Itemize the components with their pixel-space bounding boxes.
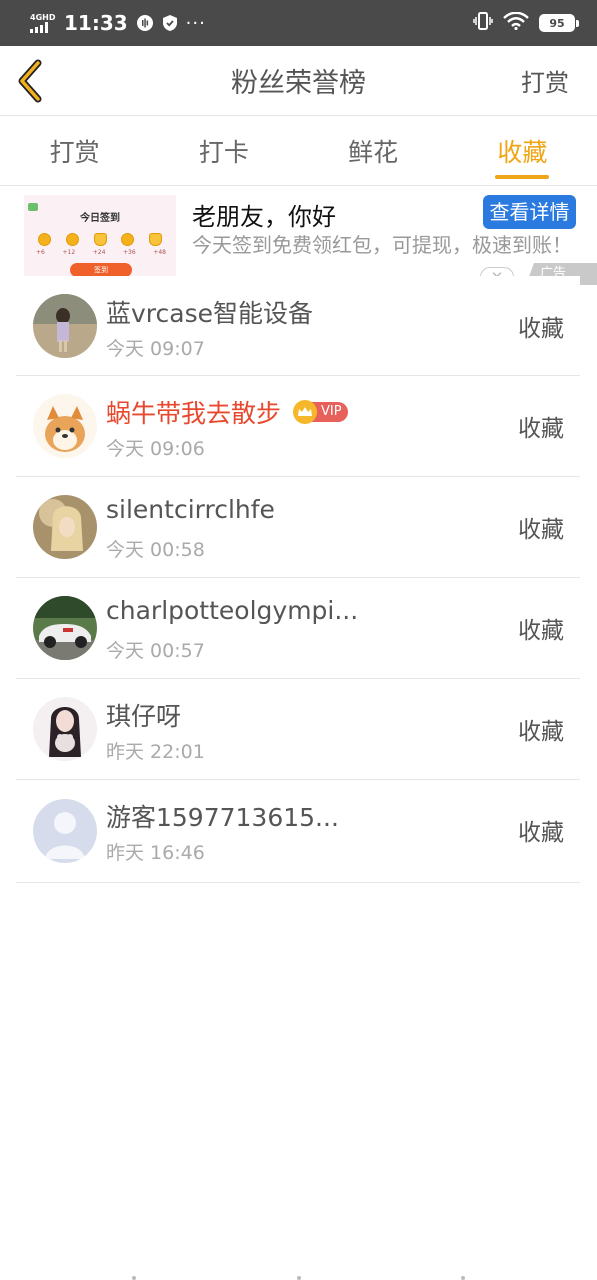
user-name-text: 蜗牛带我去散步 — [106, 399, 282, 428]
user-name: 琪仔呀 — [106, 697, 181, 733]
user-name-text: 游客1597713615... — [106, 803, 339, 832]
avatar[interactable] — [33, 495, 97, 559]
user-name-text: charlpotteolgympi... — [106, 596, 359, 625]
user-name: silentcirrclhfe — [106, 495, 275, 524]
favorite-action-label: 收藏 — [518, 820, 564, 846]
coin-icon — [65, 233, 79, 246]
tab-bar: 打赏 打卡 鲜花 收藏 — [0, 116, 597, 186]
navigation-bar — [0, 1274, 597, 1280]
avatar[interactable] — [33, 394, 97, 458]
reward-button[interactable]: 打赏 — [521, 63, 569, 98]
voice-assistant-icon — [136, 14, 154, 32]
user-name: 蓝vrcase智能设备 — [106, 294, 313, 330]
reward-value: +6 — [36, 249, 45, 256]
user-name: 蜗牛带我去散步 VIP — [106, 394, 348, 430]
user-name-text: 琪仔呀 — [106, 702, 182, 731]
tab-checkin[interactable]: 打卡 — [149, 116, 298, 185]
reward-value: +36 — [123, 249, 136, 256]
favorite-time: 昨天 16:46 — [106, 842, 205, 864]
list-item[interactable]: 游客1597713615... 昨天 16:46 收藏 — [16, 780, 580, 883]
header-bar: 粉丝荣誉榜 打赏 — [0, 46, 597, 116]
gold-ingot-icon — [149, 233, 162, 246]
favorite-action-label: 收藏 — [518, 618, 564, 644]
coin-icon — [38, 233, 51, 246]
list-item[interactable]: 蓝vrcase智能设备 今天 09:07 收藏 — [16, 276, 580, 376]
reward-value: +48 — [153, 249, 166, 256]
more-notifications-icon: ··· — [185, 12, 206, 34]
favorite-time: 今天 09:07 — [106, 338, 205, 360]
status-bar: 4GHD 11:33 ··· 95 — [0, 0, 597, 46]
favorite-action-label: 收藏 — [518, 517, 564, 543]
ad-description[interactable]: 今天签到免费领红包，可提现，极速到账！ — [192, 231, 572, 259]
back-button[interactable] — [14, 58, 48, 104]
favorite-time: 昨天 22:01 — [106, 741, 205, 763]
user-name-text: 蓝vrcase智能设备 — [106, 299, 313, 328]
list-item[interactable]: charlpotteolgympi... 今天 00:57 收藏 — [16, 578, 580, 679]
crown-icon — [293, 400, 318, 424]
tab-flowers[interactable]: 鲜花 — [299, 116, 448, 185]
page-title: 粉丝荣誉榜 — [231, 68, 366, 99]
favorites-list: 蓝vrcase智能设备 今天 09:07 收藏 蜗牛带我去散步 VIP 今天 0… — [16, 276, 580, 883]
ad-title[interactable]: 老朋友，你好 — [192, 197, 336, 232]
favorite-time: 今天 00:58 — [106, 539, 205, 561]
favorite-action-label: 收藏 — [518, 416, 564, 442]
avatar[interactable] — [33, 294, 97, 358]
vibrate-icon — [473, 12, 493, 34]
favorite-action-label: 收藏 — [518, 719, 564, 745]
list-item[interactable]: 琪仔呀 昨天 22:01 收藏 — [16, 679, 580, 780]
signal-icon: 4GHD — [30, 13, 60, 33]
favorite-time: 今天 00:57 — [106, 640, 205, 662]
reward-value: +12 — [62, 249, 76, 256]
favorite-time: 今天 09:06 — [106, 438, 205, 460]
list-item[interactable]: 蜗牛带我去散步 VIP 今天 09:06 收藏 — [16, 376, 580, 477]
list-item[interactable]: silentcirrclhfe 今天 00:58 收藏 — [16, 477, 580, 578]
user-name: charlpotteolgympi... — [106, 596, 358, 625]
reward-coins — [38, 233, 162, 246]
clock: 11:33 — [64, 11, 128, 35]
tab-favorites[interactable]: 收藏 — [448, 116, 597, 185]
avatar[interactable] — [33, 697, 97, 761]
vip-badge: VIP — [293, 400, 348, 424]
reward-values: +6 +12 +24 +36 +48 — [36, 249, 166, 256]
user-name: 游客1597713615... — [106, 798, 339, 834]
shield-icon — [162, 14, 178, 32]
reward-value: +24 — [92, 249, 106, 256]
avatar[interactable] — [33, 799, 97, 863]
user-name-text: silentcirrclhfe — [106, 495, 275, 524]
tab-reward[interactable]: 打赏 — [0, 116, 149, 185]
wifi-icon — [503, 11, 529, 34]
battery-icon: 95 — [539, 14, 579, 32]
avatar[interactable] — [33, 596, 97, 660]
ad-image-title: 今日签到 — [80, 213, 120, 224]
ad-image-checkin-button: 签到 — [70, 263, 132, 277]
ad-banner[interactable]: 今日签到 +6 +12 +24 +36 +48 签到 老朋友，你好 查看详情 今… — [0, 187, 597, 290]
network-type: 4GHD — [30, 13, 56, 22]
gold-ingot-icon — [93, 233, 107, 246]
favorite-action-label: 收藏 — [518, 316, 564, 342]
view-details-button[interactable]: 查看详情 — [483, 195, 576, 229]
coin-icon — [121, 233, 135, 246]
chevron-left-icon — [18, 59, 42, 103]
battery-level: 95 — [539, 14, 575, 32]
ad-image[interactable]: 今日签到 +6 +12 +24 +36 +48 签到 — [24, 195, 176, 283]
